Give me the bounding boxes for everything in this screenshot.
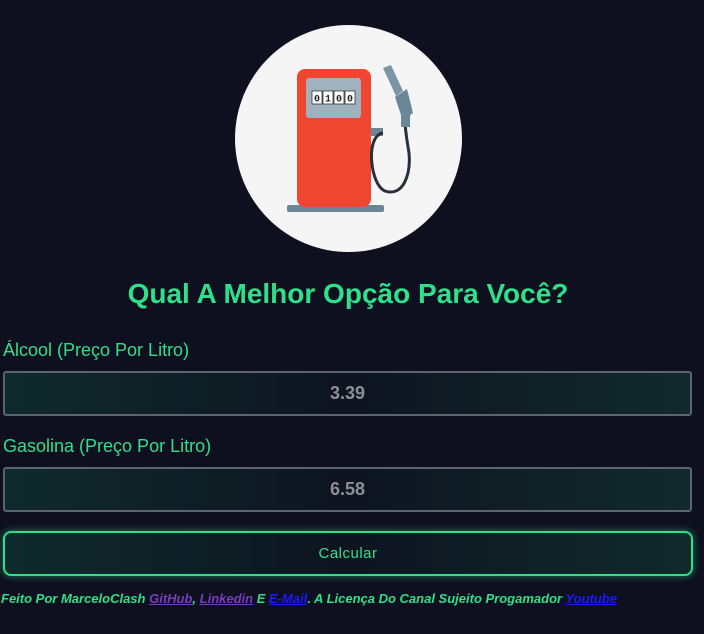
github-link[interactable]: GitHub: [149, 591, 192, 606]
footer-separator: E: [253, 591, 270, 606]
pump-digit: 0: [314, 95, 320, 106]
page: 0 1 0 0 Qual A Melhor Opção Para Você? Á…: [0, 0, 704, 634]
logo: 0 1 0 0: [235, 25, 462, 252]
gasolina-label: Gasolina (Preço Por Litro): [3, 436, 212, 456]
alcool-label: Álcool (Preço Por Litro): [3, 340, 190, 360]
youtube-link[interactable]: Youtube: [565, 591, 617, 606]
alcool-price-input[interactable]: [3, 371, 692, 416]
footer-separator: ,: [192, 591, 200, 606]
footer-license-text: . A Licença Do Canal Sujeito Progamador: [307, 591, 566, 606]
fuel-pump-icon: 0 1 0 0: [287, 65, 413, 212]
linkedin-link[interactable]: Linkedin: [200, 591, 253, 606]
page-title: Qual A Melhor Opção Para Você?: [127, 278, 569, 309]
calcular-button[interactable]: Calcular: [3, 531, 693, 576]
pump-digit: 1: [325, 95, 331, 106]
email-link[interactable]: E-Mail: [269, 591, 307, 606]
footer: Feito Por MarceloClash GitHub, Linkedin …: [1, 591, 701, 606]
pump-digit: 0: [336, 95, 342, 106]
pump-digit: 0: [347, 95, 353, 106]
gasolina-price-input[interactable]: [3, 467, 692, 512]
footer-author-text: Feito Por MarceloClash: [1, 591, 150, 606]
